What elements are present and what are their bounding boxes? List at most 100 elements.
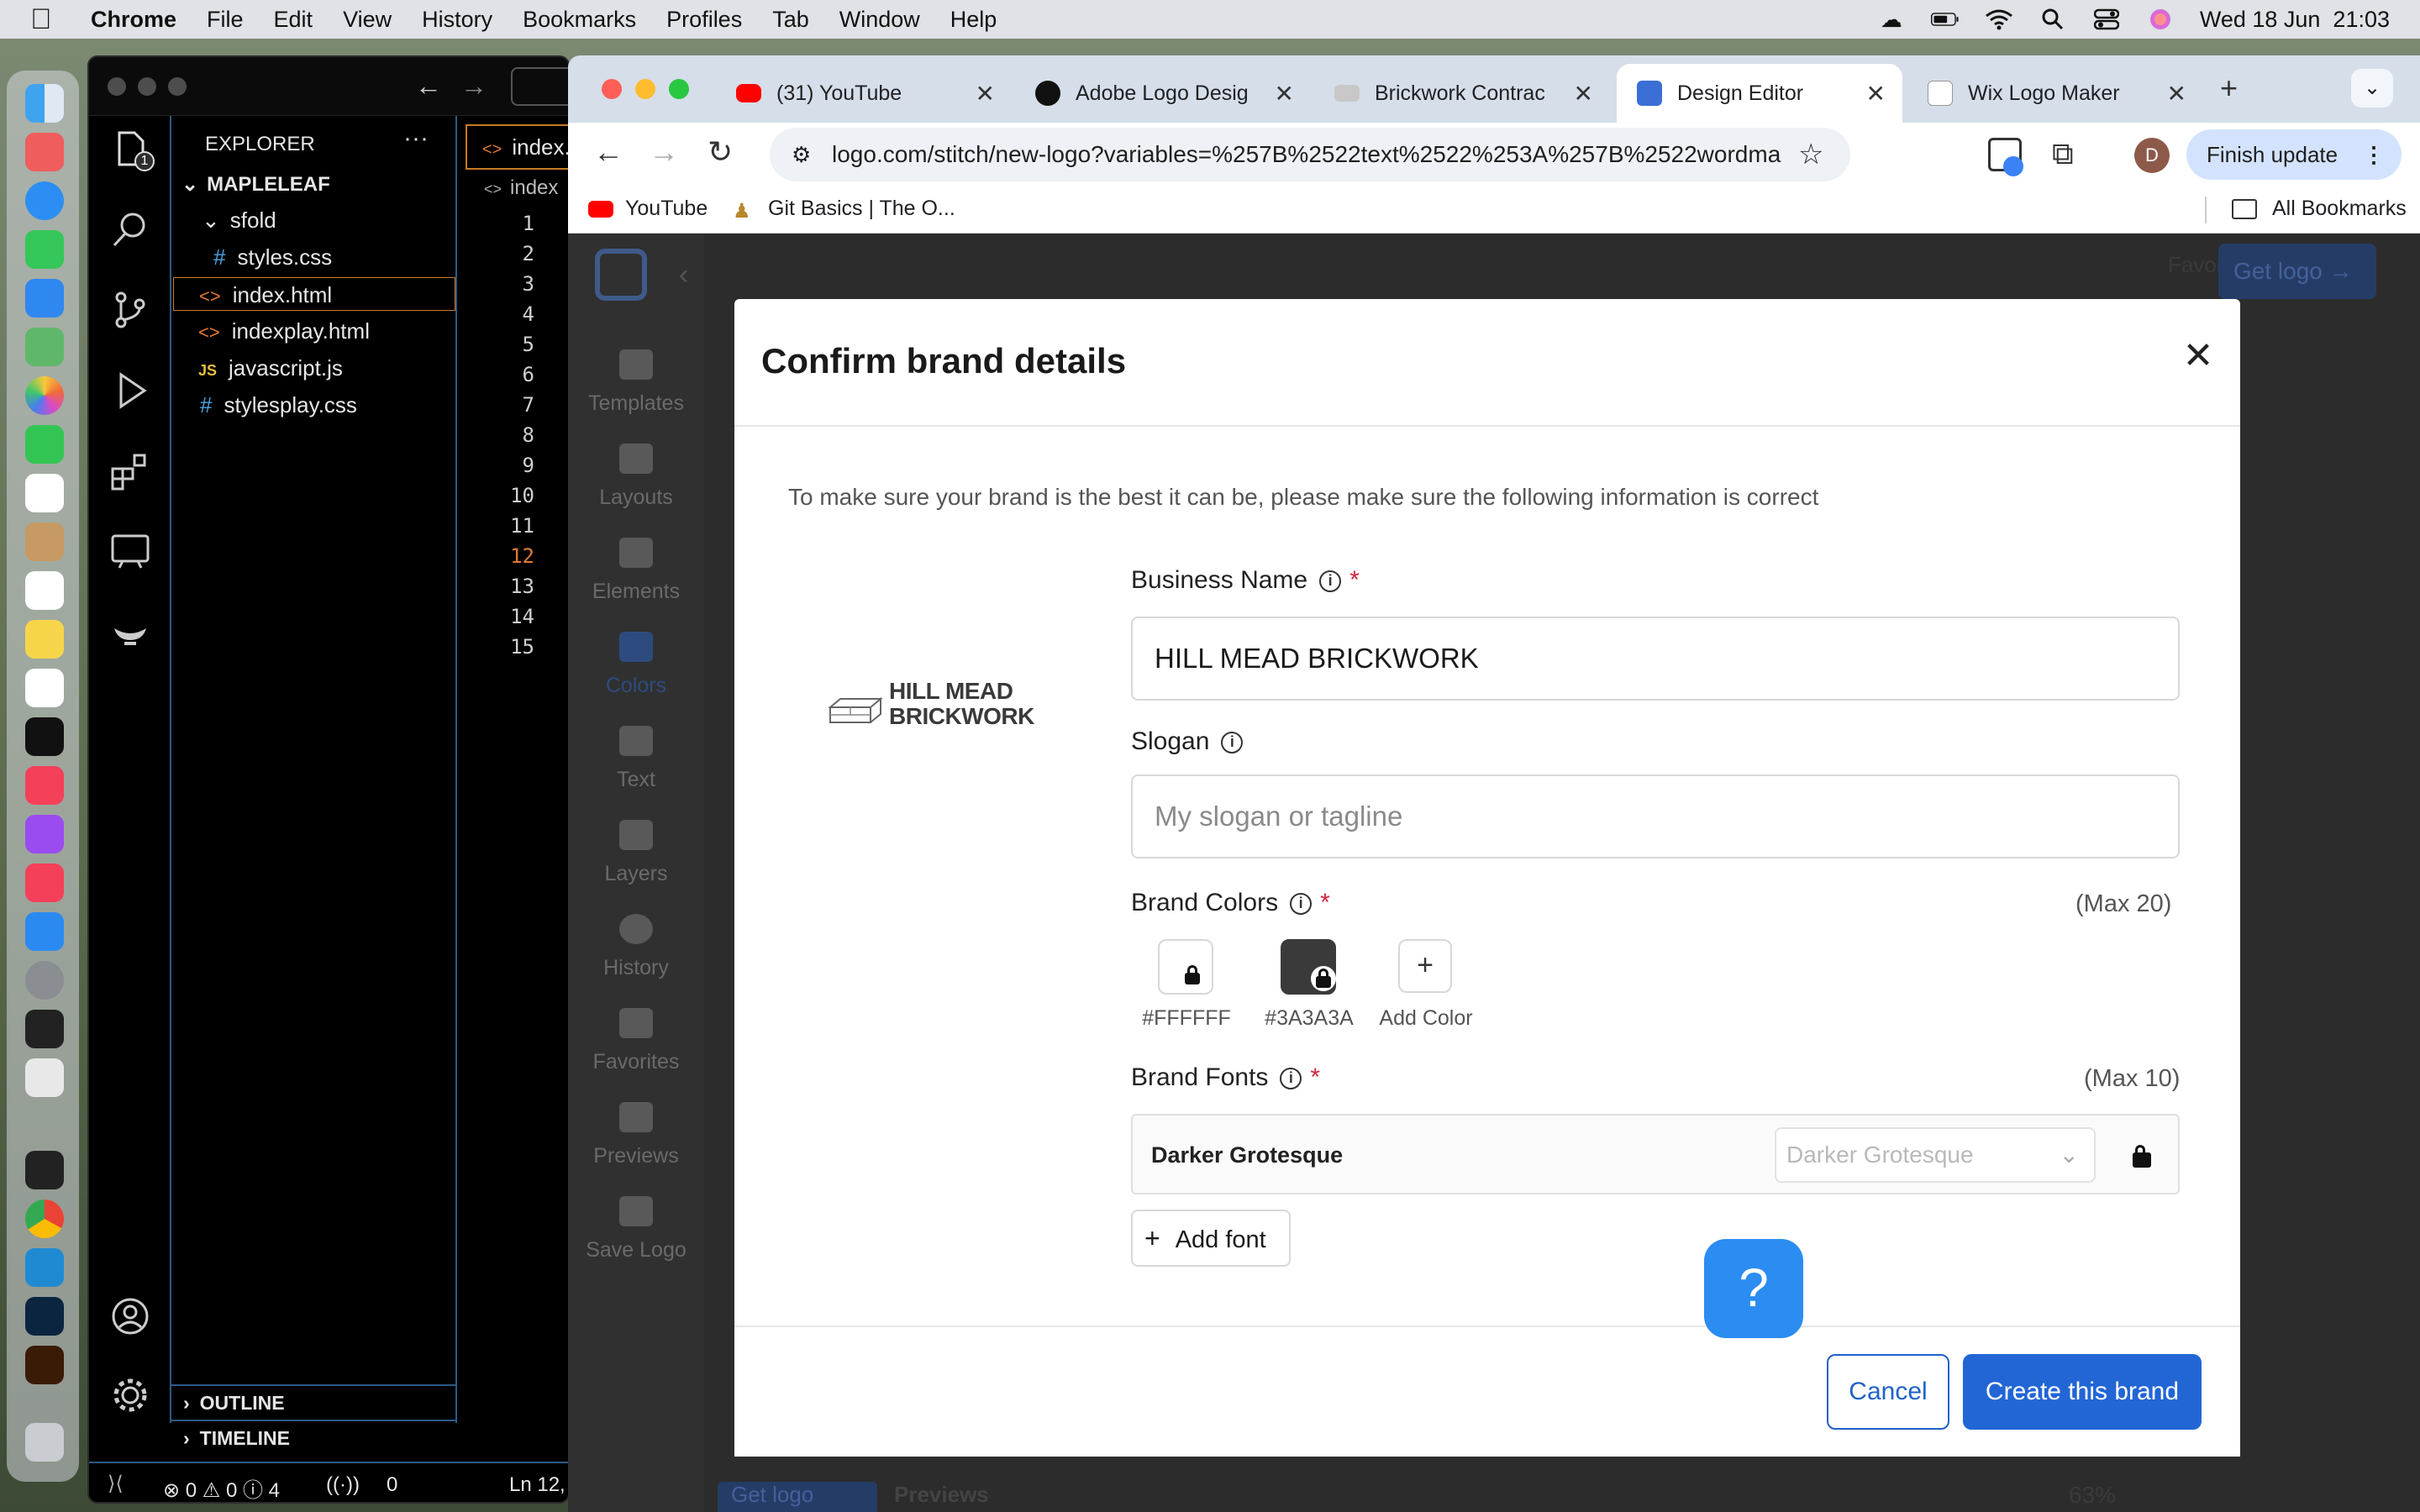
illustrator-icon[interactable] [25,1346,64,1384]
site-info-icon[interactable]: ⚙ [792,142,817,168]
create-brand-button[interactable]: Create this brand [1963,1354,2202,1430]
menu-file[interactable]: File [207,7,244,33]
messages-icon[interactable] [25,230,64,269]
explorer-icon[interactable]: 1 [109,128,155,171]
folder-root[interactable]: ⌄ MAPLELEAF [182,168,330,202]
file-javascript-js[interactable]: JS javascript.js [198,351,343,385]
activity-monitor-icon[interactable] [25,1151,64,1189]
remote-indicator-icon[interactable]: ⟩⟨ [108,1472,124,1496]
contacts-icon[interactable] [25,522,64,561]
vscode-icon[interactable] [25,1248,64,1287]
calendar-icon[interactable] [25,474,64,512]
back-icon[interactable]: ← [593,134,623,170]
folder-sfold[interactable]: ⌄ sfold [202,203,276,237]
sidebar-item-text[interactable]: Text [568,726,704,792]
previews-bottom-tab[interactable]: Previews [894,1482,989,1508]
tab-adobe[interactable]: Adobe Logo Desig ✕ [1035,64,1294,123]
tab-design-editor[interactable]: Design Editor ✕ [1617,64,1902,123]
reminders-icon[interactable] [25,571,64,610]
control-center-icon[interactable] [2092,7,2121,32]
menubar-clock[interactable]: Wed 18 Jun 21:03 [2200,7,2390,33]
tab-close-icon[interactable]: ✕ [2167,80,2186,108]
podcasts-icon[interactable] [25,815,64,853]
breadcrumb[interactable]: <> index [459,176,568,207]
settings-gear-icon[interactable] [109,1374,151,1416]
remote-explorer-icon[interactable] [109,529,151,571]
all-bookmarks[interactable]: All Bookmarks [2207,197,2407,221]
business-name-input[interactable]: HILL MEAD BRICKWORK [1131,617,2180,701]
sidebar-item-templates[interactable]: Templates [568,349,704,416]
accounts-icon[interactable] [109,1295,151,1337]
spotlight-search-icon[interactable] [2039,7,2067,32]
genie-lamp-icon[interactable] [109,608,151,650]
nav-back-icon[interactable]: ← [415,71,442,102]
address-bar[interactable]: ⚙ logo.com/stitch/new-logo?variables=%25… [770,128,1850,181]
sidebar-item-layouts[interactable]: Layouts [568,444,704,510]
mail-icon[interactable] [25,279,64,318]
add-font-button[interactable]: + Add font [1131,1210,1291,1267]
bookmark-youtube[interactable]: YouTube [588,197,708,221]
editor-tab-index[interactable]: <> index. [466,124,568,170]
get-logo-button-bottom[interactable]: Get logo [718,1482,877,1512]
battery-icon[interactable] [1930,7,1960,32]
music-icon[interactable] [25,766,64,805]
bookmark-star-icon[interactable]: ☆ [1798,138,1823,171]
window-close-icon[interactable] [108,77,126,96]
window-minimize-icon[interactable] [635,79,655,99]
sidebar-item-save-logo[interactable]: Save Logo [568,1196,704,1263]
app-store-icon[interactable] [25,912,64,951]
source-control-icon[interactable] [109,289,151,331]
help-button[interactable]: ? [1704,1239,1803,1338]
sidebar-item-history[interactable]: History [568,914,704,980]
info-icon[interactable]: i [1280,1068,1302,1090]
nav-forward-icon[interactable]: → [460,71,487,102]
system-settings-icon[interactable] [25,961,64,1000]
command-center[interactable] [511,67,568,106]
photoshop-icon[interactable] [25,1297,64,1336]
add-color-button[interactable]: + [1398,939,1452,993]
run-debug-icon[interactable] [109,370,151,412]
window-zoom-icon[interactable] [669,79,689,99]
color-swatch-dark[interactable] [1281,939,1336,995]
menu-window[interactable]: Window [839,7,920,33]
collapse-sidebar-icon[interactable]: ‹ [679,259,688,291]
font-lock-icon[interactable] [2133,1145,2151,1168]
facetime-icon[interactable] [25,425,64,464]
sidebar-item-previews[interactable]: Previews [568,1102,704,1168]
menu-profiles[interactable]: Profiles [666,7,742,33]
forward-icon[interactable]: → [649,134,679,170]
logo-com-logo[interactable] [595,249,647,301]
menu-tab[interactable]: Tab [772,7,809,33]
terminal-icon[interactable] [25,1010,64,1048]
slogan-input[interactable]: My slogan or tagline [1131,774,2180,858]
creative-cloud-icon[interactable]: ☁ [1877,7,1906,32]
sidebar-item-colors[interactable]: Colors [568,632,704,698]
file-stylesplay-css[interactable]: # stylesplay.css [200,388,357,422]
window-zoom-icon[interactable] [168,77,187,96]
tab-brickwork[interactable]: Brickwork Contrac ✕ [1334,64,1593,123]
trash-icon[interactable] [25,1423,64,1462]
tab-close-icon[interactable]: ✕ [1866,80,1886,108]
problems-status[interactable]: ⊗ 0 ⚠ 0 ⓘ 4 [163,1473,280,1502]
apple-tv-icon[interactable] [25,717,64,756]
notes-icon[interactable] [25,620,64,659]
add-color-label[interactable]: Add Color [1371,1006,1481,1031]
reload-icon[interactable]: ↻ [708,134,733,170]
url-text[interactable]: logo.com/stitch/new-logo?variables=%257B… [832,141,1781,168]
explorer-more-icon[interactable]: ··· [403,124,429,153]
wifi-icon[interactable] [1985,7,2013,32]
file-index-html[interactable]: <> index.html [173,277,455,311]
tab-youtube[interactable]: (31) YouTube ✕ [736,64,995,123]
photos-icon[interactable] [25,376,64,415]
sidebar-item-favorites[interactable]: Favorites [568,1008,704,1074]
close-icon[interactable]: ✕ [2175,333,2222,380]
timeline-section[interactable]: › TIMELINE [171,1420,457,1453]
info-icon[interactable]: i [1319,570,1342,593]
menu-help[interactable]: Help [950,7,997,33]
tab-close-icon[interactable]: ✕ [976,80,995,108]
extensions-puzzle-icon[interactable]: ⧉ [2052,136,2074,172]
sidebar-item-elements[interactable]: Elements [568,538,704,604]
window-minimize-icon[interactable] [138,77,156,96]
menu-edit[interactable]: Edit [274,7,313,33]
get-logo-button-top[interactable]: Get logo → [2218,244,2376,299]
